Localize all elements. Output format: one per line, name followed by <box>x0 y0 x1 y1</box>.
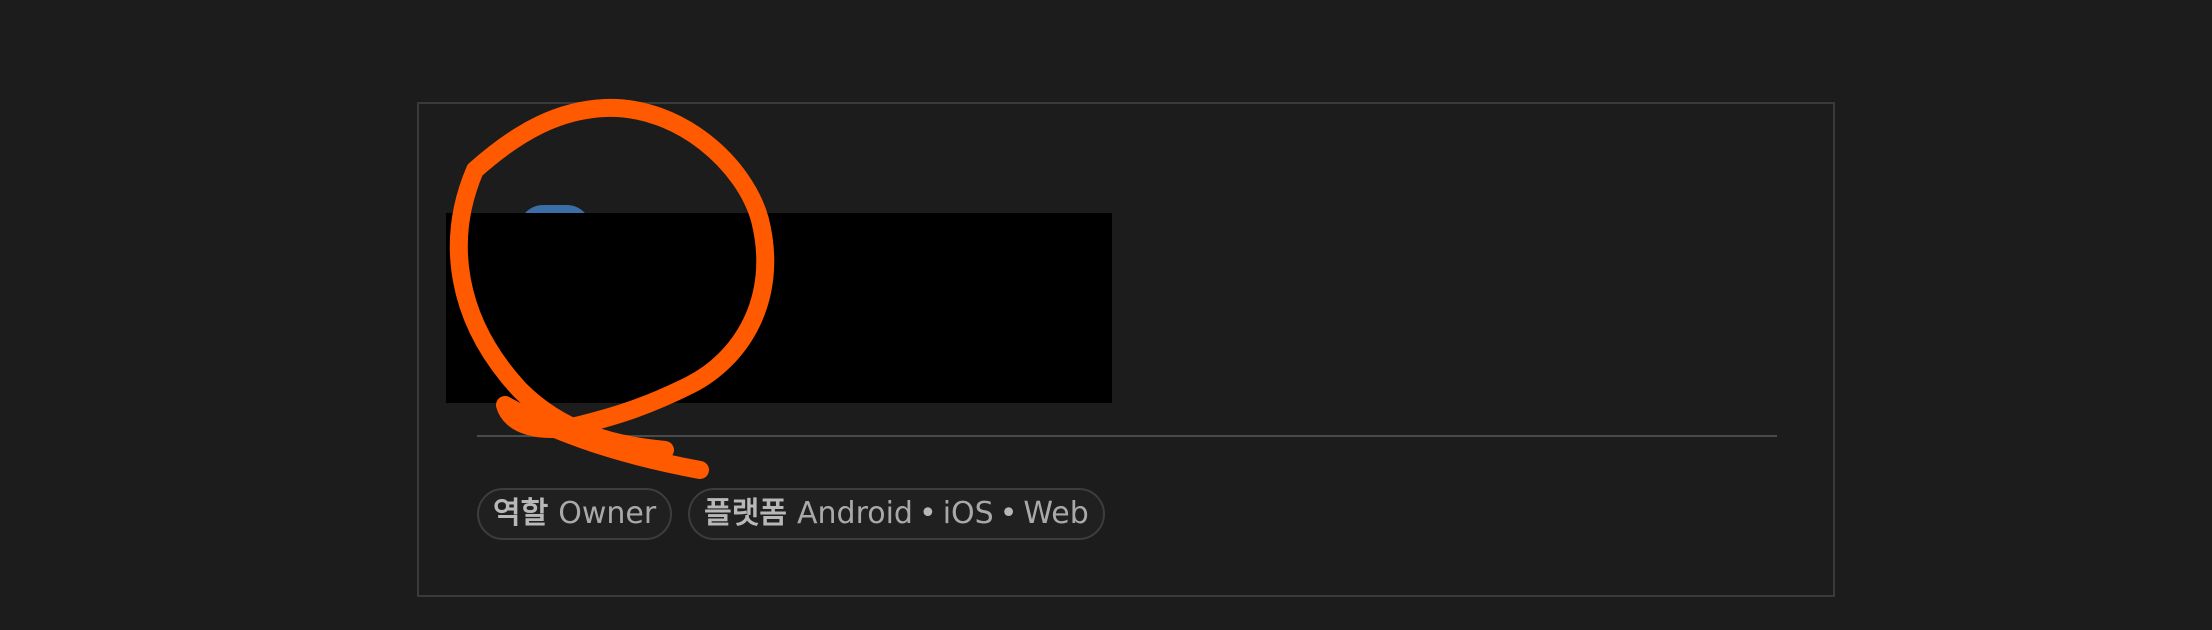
card-divider <box>477 435 1777 437</box>
platform-separator-1: • <box>918 496 937 531</box>
platform-web: Web <box>1023 496 1089 531</box>
platform-android: Android <box>796 496 913 531</box>
role-label: 역할 <box>493 496 549 531</box>
platform-ios: iOS <box>942 496 994 531</box>
platform-separator-2: • <box>999 496 1018 531</box>
meta-chip-row: 역할 Owner 플랫폼 Android • iOS • Web <box>477 488 1105 540</box>
redacted-profile-info <box>446 213 1112 403</box>
role-value: Owner <box>558 496 657 531</box>
role-chip: 역할 Owner <box>477 488 673 540</box>
platform-label: 플랫폼 <box>704 496 787 531</box>
platform-chip: 플랫폼 Android • iOS • Web <box>688 488 1105 540</box>
